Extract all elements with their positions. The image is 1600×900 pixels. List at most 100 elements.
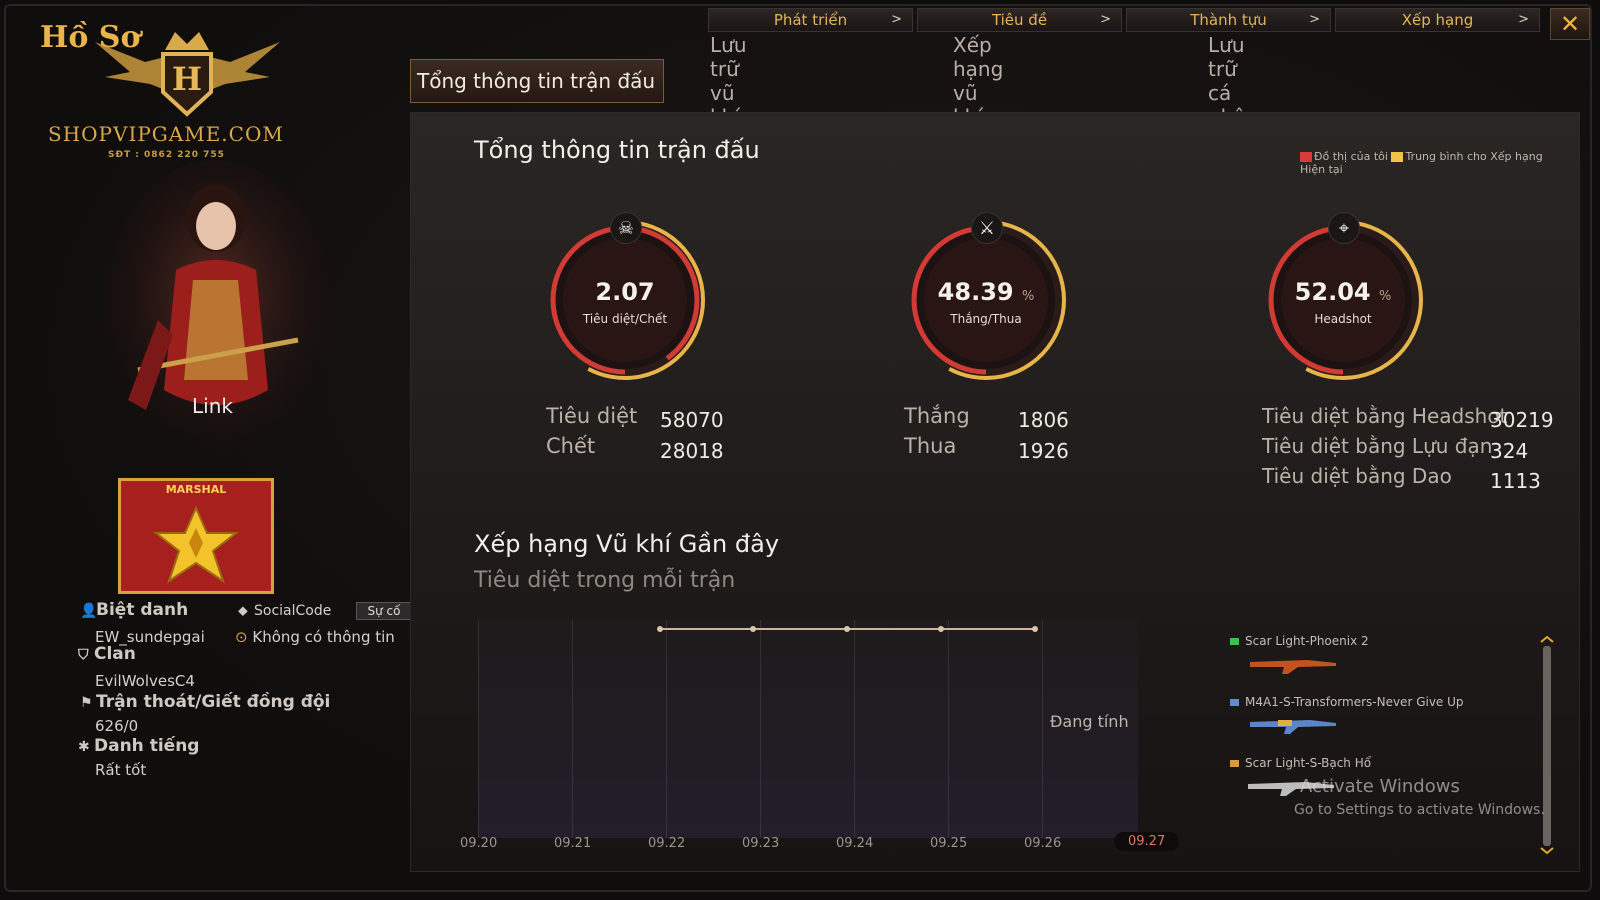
star-icon	[153, 505, 239, 584]
chart-line	[657, 626, 1038, 632]
reputation-icon: ✱	[78, 739, 90, 755]
scroll-down-icon[interactable]	[1540, 847, 1554, 855]
close-icon: ✕	[1559, 10, 1581, 38]
gauge-label: Tiêu diệt/Chết	[582, 312, 668, 326]
weapon-item[interactable]: Scar Light-S-Bạch Hổ	[1230, 756, 1371, 770]
date-tick: 09.24	[836, 836, 874, 851]
chart-point	[844, 626, 850, 632]
skull-icon: ☠	[610, 212, 642, 244]
gauge-kd: ☠ 2.07 Tiêu diệt/Chết	[540, 212, 710, 382]
chevron-right-icon: >	[1100, 12, 1111, 27]
stat-label: Thua	[904, 434, 957, 458]
stat-label: Tiêu diệt bằng Headshot	[1262, 404, 1508, 428]
gauge-label: Thắng/Thua	[950, 312, 1022, 326]
date-tick: 09.25	[930, 836, 968, 851]
clan-label: ⛉ Clan	[78, 644, 136, 664]
weapon-m4a1-icon	[1250, 720, 1336, 734]
reputation-label: ✱ Danh tiếng	[78, 736, 200, 756]
nav-title[interactable]: Tiêu đề >	[917, 8, 1122, 32]
stat-label: Thắng	[904, 404, 970, 428]
chart-area	[478, 620, 1138, 838]
stat-label: Tiêu diệt	[546, 404, 638, 428]
weapon-list-scrollbar[interactable]	[1540, 634, 1554, 856]
question-icon: ⊙	[235, 628, 248, 646]
tab-match-summary[interactable]: Tổng thông tin trận đấu	[410, 59, 664, 103]
activate-windows-title: Activate Windows	[1300, 776, 1460, 797]
chart-gridline	[854, 620, 855, 838]
stat-label: Tiêu diệt bằng Dao	[1262, 464, 1452, 488]
character-name: Link	[192, 394, 233, 418]
gauge-value: 2.07	[595, 278, 655, 306]
tab-weapon-ranking[interactable]: Xếp hạng vũ khí	[953, 33, 1003, 129]
tab-weapon-archive[interactable]: Lưu trữ vũ khí	[710, 33, 747, 129]
scroll-up-icon[interactable]	[1540, 635, 1554, 643]
nav-achievement[interactable]: Thành tựu >	[1126, 8, 1331, 32]
reputation-value: Rất tốt	[95, 761, 147, 779]
nav-ranking[interactable]: Xếp hạng >	[1335, 8, 1540, 32]
chart-gridline	[572, 620, 573, 838]
svg-text:H: H	[172, 60, 202, 98]
activate-windows-subtitle: Go to Settings to activate Windows.	[1294, 802, 1545, 818]
stat-value: 324	[1490, 439, 1529, 463]
summary-title: Tổng thông tin trận đấu	[474, 136, 760, 164]
incident-button[interactable]: Sự cố	[356, 602, 412, 620]
close-button[interactable]: ✕	[1550, 8, 1590, 40]
date-tick: 09.22	[648, 836, 686, 851]
escape-label: ⚑ Trận thoát/Giết đồng đội	[80, 692, 331, 712]
stat-value: 28018	[660, 439, 724, 463]
legend-mine-swatch	[1300, 152, 1312, 162]
date-tick-selected[interactable]: 09.27	[1114, 832, 1180, 851]
nav-development[interactable]: Phát triển >	[708, 8, 913, 32]
stat-value: 30219	[1490, 408, 1554, 432]
weapon-scar-icon	[1250, 660, 1336, 674]
weapon-color-swatch	[1230, 760, 1239, 767]
gauge-value: 48.39 %	[937, 278, 1035, 306]
chart-gridline	[1042, 620, 1043, 838]
weapon-color-swatch	[1230, 638, 1239, 645]
user-icon: 👤	[80, 603, 98, 619]
weapon-color-swatch	[1230, 699, 1239, 706]
gauge-headshot: ⌖ 52.04 % Headshot	[1258, 212, 1428, 382]
tab-personal-archive[interactable]: Lưu trữ cá nhân	[1208, 33, 1258, 129]
weapon-item[interactable]: M4A1-S-Transformers-Never Give Up	[1230, 695, 1464, 709]
chart-gridline	[666, 620, 667, 838]
chevron-right-icon: >	[1518, 12, 1529, 27]
running-icon: ⚑	[80, 695, 93, 711]
stat-label: Chết	[546, 434, 596, 458]
gauge-value: 52.04 %	[1294, 278, 1392, 306]
recent-subtitle: Tiêu diệt trong mỗi trận	[474, 568, 736, 593]
socialcode-label: ⬥ SocialCode	[238, 603, 332, 619]
date-tick: 09.21	[554, 836, 592, 851]
date-tick: 09.26	[1024, 836, 1062, 851]
stat-label: Tiêu diệt bằng Lựu đạn	[1262, 434, 1493, 458]
crossed-swords-icon: ⚔	[971, 212, 1003, 244]
shield-icon: ⛉	[78, 647, 89, 663]
socialcode-value: ⊙ Không có thông tin	[235, 628, 395, 646]
weapon-item[interactable]: Scar Light-Phoenix 2	[1230, 634, 1369, 648]
escape-value: 626/0	[95, 717, 139, 735]
headshot-icon: ⌖	[1328, 212, 1360, 244]
nickname-label: 👤Biệt danh	[80, 600, 189, 620]
chevron-right-icon: >	[891, 12, 902, 27]
stat-value: 1926	[1018, 439, 1069, 463]
legend-avg-swatch	[1391, 152, 1404, 162]
watermark-text: SHOPVIPGAME.COM	[48, 122, 284, 146]
chart-point	[750, 626, 756, 632]
stat-value: 1113	[1490, 469, 1541, 493]
gauge-winloss: ⚔ 48.39 % Thắng/Thua	[901, 212, 1071, 382]
date-tick: 09.20	[460, 836, 498, 851]
chart-gridline	[948, 620, 949, 838]
profile-panel: Hồ Sơ H SHOPVIPGAME.COM SĐT : 0862 220 7…	[10, 10, 412, 880]
tag-icon: ⬥	[238, 603, 248, 619]
gauge-label: Headshot	[1314, 312, 1372, 326]
top-nav: Phát triển > Tiêu đề > Thành tựu > Xếp hạng…	[708, 8, 1540, 32]
chart-point	[1032, 626, 1038, 632]
recent-title: Xếp hạng Vũ khí Gần đây	[474, 530, 780, 558]
calculating-status: Đang tính	[1050, 712, 1129, 731]
watermark-phone: SĐT : 0862 220 755	[108, 150, 225, 160]
rank-badge: MARSHAL	[118, 478, 274, 594]
rank-badge-label: MARSHAL	[165, 483, 227, 496]
chevron-right-icon: >	[1309, 12, 1320, 27]
stat-value: 58070	[660, 408, 724, 432]
chart-gridline	[478, 620, 479, 838]
